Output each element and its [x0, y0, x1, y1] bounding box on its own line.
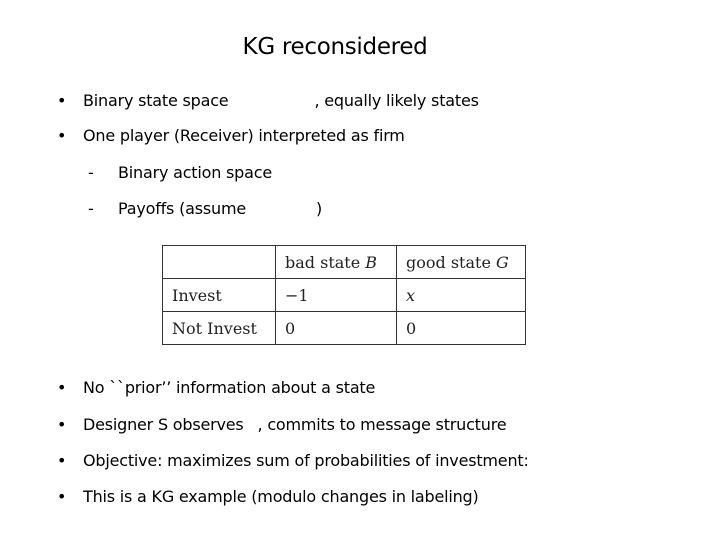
bullet-icon: •: [57, 415, 67, 434]
bullet-text: This is a KG example (modulo changes in …: [83, 487, 479, 506]
table-header-cell: good state G: [396, 245, 526, 279]
table-header-cell: [162, 245, 276, 279]
table-cell-action: Invest: [162, 278, 276, 312]
sub-bullet-text: Payoffs (assume: [118, 199, 246, 218]
bullet-text: One player (Receiver) interpreted as fir…: [83, 126, 405, 145]
sub-bullet-text: Binary action space: [118, 163, 272, 182]
bullet-icon: •: [57, 91, 67, 110]
table-cell: x: [396, 278, 526, 312]
table-cell: −1: [275, 278, 397, 312]
sub-bullet-text-continued: ): [315, 199, 323, 218]
table-cell: 0: [275, 311, 397, 345]
bullet-icon: •: [57, 451, 67, 470]
bullet-text: Binary state space: [83, 91, 229, 110]
table-cell: 0: [396, 311, 526, 345]
dash-icon: -: [88, 163, 94, 182]
dash-icon: -: [88, 199, 94, 218]
table-row: Not Invest 0 0: [162, 311, 526, 345]
table-header-cell: bad state B: [275, 245, 397, 279]
bullet-text-continued: , commits to message structure: [257, 415, 507, 434]
bullet-icon: •: [57, 126, 67, 145]
table-cell-action: Not Invest: [162, 311, 276, 345]
bullet-text-continued: , equally likely states: [314, 91, 479, 110]
bullet-icon: •: [57, 378, 67, 397]
bullet-text: Designer S observes: [83, 415, 244, 434]
bullet-text: No ``prior’’ information about a state: [83, 378, 376, 397]
bullet-icon: •: [57, 487, 67, 506]
payoff-table: bad state B good state G Invest −1 x Not…: [162, 245, 526, 345]
table-row: Invest −1 x: [162, 278, 526, 312]
table-header-row: bad state B good state G: [162, 245, 526, 279]
bullet-text: Objective: maximizes sum of probabilitie…: [83, 451, 529, 470]
slide-title: KG reconsidered: [242, 34, 428, 60]
